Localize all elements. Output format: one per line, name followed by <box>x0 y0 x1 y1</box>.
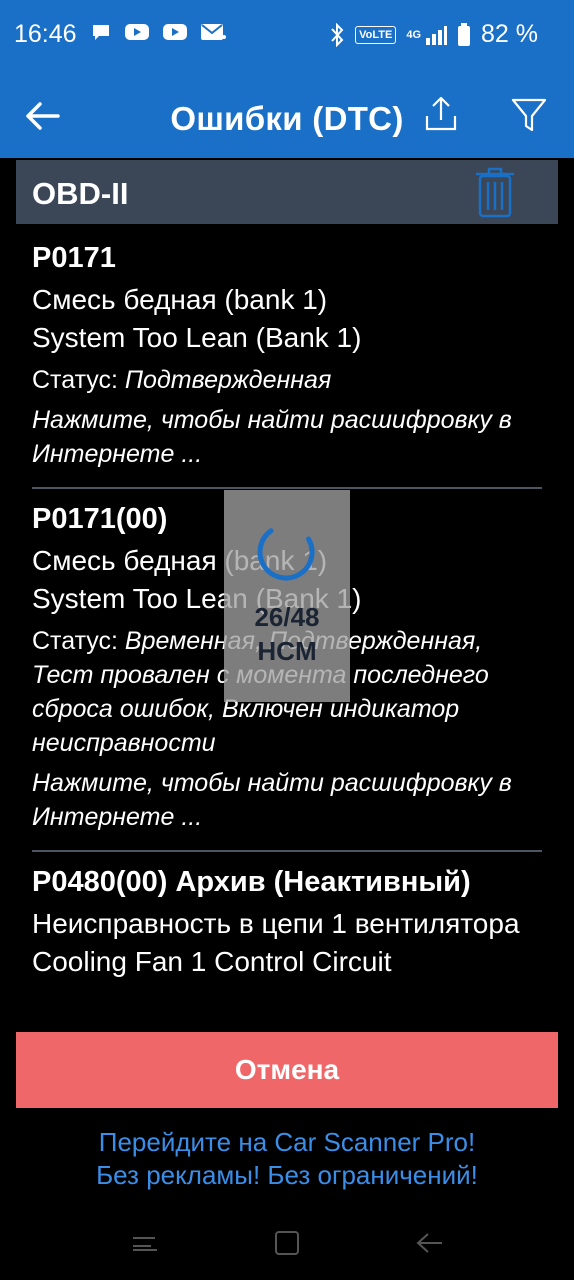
dtc-description-ru: Смесь бедная (bank 1) <box>32 284 328 315</box>
youtube-icon <box>163 24 187 40</box>
status-label: Статус: <box>32 627 125 655</box>
dtc-item[interactable]: P0480(00) Архив (Неактивный) Неисправнос… <box>0 852 574 997</box>
page-title: Ошибки (DTC) <box>170 100 404 137</box>
app-bar: Ошибки (DTC) <box>0 72 574 158</box>
battery-icon <box>458 22 471 46</box>
back-nav-icon[interactable] <box>414 1228 444 1258</box>
status-right: VoLTE 4G 82 % <box>329 20 538 49</box>
notification-icons <box>90 22 228 44</box>
loading-module: HCM <box>257 636 317 666</box>
dtc-description-en: System Too Lean (Bank 1) <box>32 322 362 353</box>
loading-spinner-icon <box>257 523 315 581</box>
chat-icon <box>93 25 109 40</box>
cancel-button[interactable]: Отмена <box>16 1032 558 1108</box>
home-icon[interactable] <box>272 1228 302 1258</box>
mail-icon <box>201 24 226 40</box>
section-title: OBD-II <box>32 176 129 211</box>
dtc-code: P0171 <box>32 242 116 274</box>
status-time: 16:46 <box>14 20 77 48</box>
trash-icon[interactable] <box>474 166 516 218</box>
loading-overlay: 26/48 HCM <box>224 490 350 702</box>
share-icon[interactable] <box>424 96 458 132</box>
signal-icon <box>426 25 448 45</box>
battery-level: 82 % <box>481 20 538 48</box>
search-hint-link[interactable]: Нажмите, чтобы найти расшифровку в Интер… <box>32 403 542 471</box>
dtc-description-ru: Неисправность в цепи 1 вентилятора <box>32 908 520 939</box>
dtc-item[interactable]: P0171 Смесь бедная (bank 1) System Too L… <box>0 226 574 487</box>
status-bar: 16:46 VoLTE 4G 82 % <box>0 0 574 72</box>
promo-line-2: Без рекламы! Без ограничений! <box>96 1160 478 1190</box>
promo-link[interactable]: Перейдите на Car Scanner Pro! Без реклам… <box>0 1126 574 1192</box>
search-hint-link[interactable]: Нажмите, чтобы найти расшифровку в Интер… <box>32 766 542 834</box>
promo-line-1: Перейдите на Car Scanner Pro! <box>98 1127 476 1157</box>
status-value: Подтвержденная <box>124 366 332 394</box>
recent-apps-icon[interactable] <box>130 1228 160 1258</box>
dtc-status: Статус: Подтвержденная <box>32 363 542 397</box>
bluetooth-icon <box>331 22 344 47</box>
network-type: 4G <box>406 28 422 41</box>
section-header: OBD-II <box>16 160 558 224</box>
youtube-icon <box>125 24 149 40</box>
volte-badge: VoLTE <box>355 25 397 44</box>
status-label: Статус: <box>32 366 125 394</box>
loading-progress: 26/48 <box>254 602 320 632</box>
navigation-bar <box>0 1200 574 1280</box>
filter-icon[interactable] <box>510 96 548 134</box>
dtc-description-en: Cooling Fan 1 Control Circuit <box>32 946 392 977</box>
dtc-code: P0480(00) Архив (Неактивный) <box>32 866 471 898</box>
